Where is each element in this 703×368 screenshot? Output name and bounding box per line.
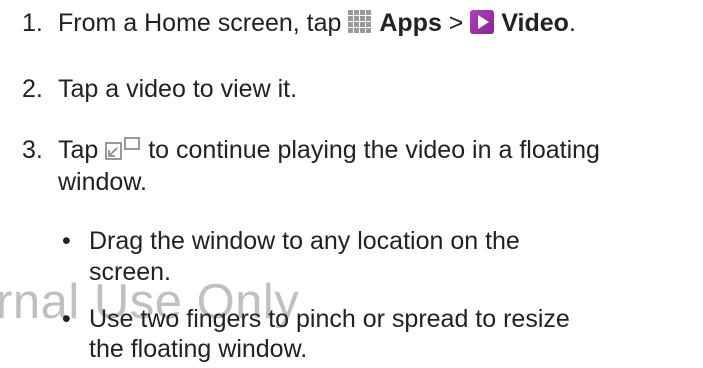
- step-end: .: [568, 9, 576, 37]
- step-text: Tap: [58, 136, 99, 164]
- bullet-text: Drag the window to any location on the: [89, 227, 520, 255]
- apps-label: Apps: [379, 9, 442, 37]
- step-number: 3.: [22, 136, 43, 164]
- step-3-line-2: window.: [58, 168, 147, 196]
- step-2: 2. Tap a video to view it.: [22, 72, 297, 106]
- step-text-continued: to continue playing the video in a float…: [148, 136, 600, 164]
- step-number: 1.: [22, 9, 43, 37]
- separator: >: [448, 9, 464, 37]
- bullet-item: • Drag the window to any location on the: [62, 224, 520, 258]
- step-text: From a Home screen, tap: [58, 9, 342, 37]
- bullet-text-line-2: screen.: [89, 258, 171, 286]
- instruction-page: 1. From a Home screen, tap Apps > Video.…: [0, 0, 703, 368]
- video-play-icon: [470, 9, 495, 43]
- bullet-item: • Use two fingers to pinch or spread to r…: [62, 302, 570, 336]
- step-number: 2.: [22, 75, 43, 103]
- apps-grid-icon: [348, 9, 372, 43]
- bullet-text: Use two fingers to pinch or spread to re…: [89, 305, 570, 333]
- bullet-mark: •: [62, 305, 71, 333]
- video-label: Video: [501, 9, 569, 37]
- step-text: Tap a video to view it.: [58, 75, 298, 103]
- bullet-text-line-2: the floating window.: [89, 335, 308, 363]
- bullet-mark: •: [62, 227, 71, 255]
- step-1: 1. From a Home screen, tap Apps > Video.: [22, 6, 576, 43]
